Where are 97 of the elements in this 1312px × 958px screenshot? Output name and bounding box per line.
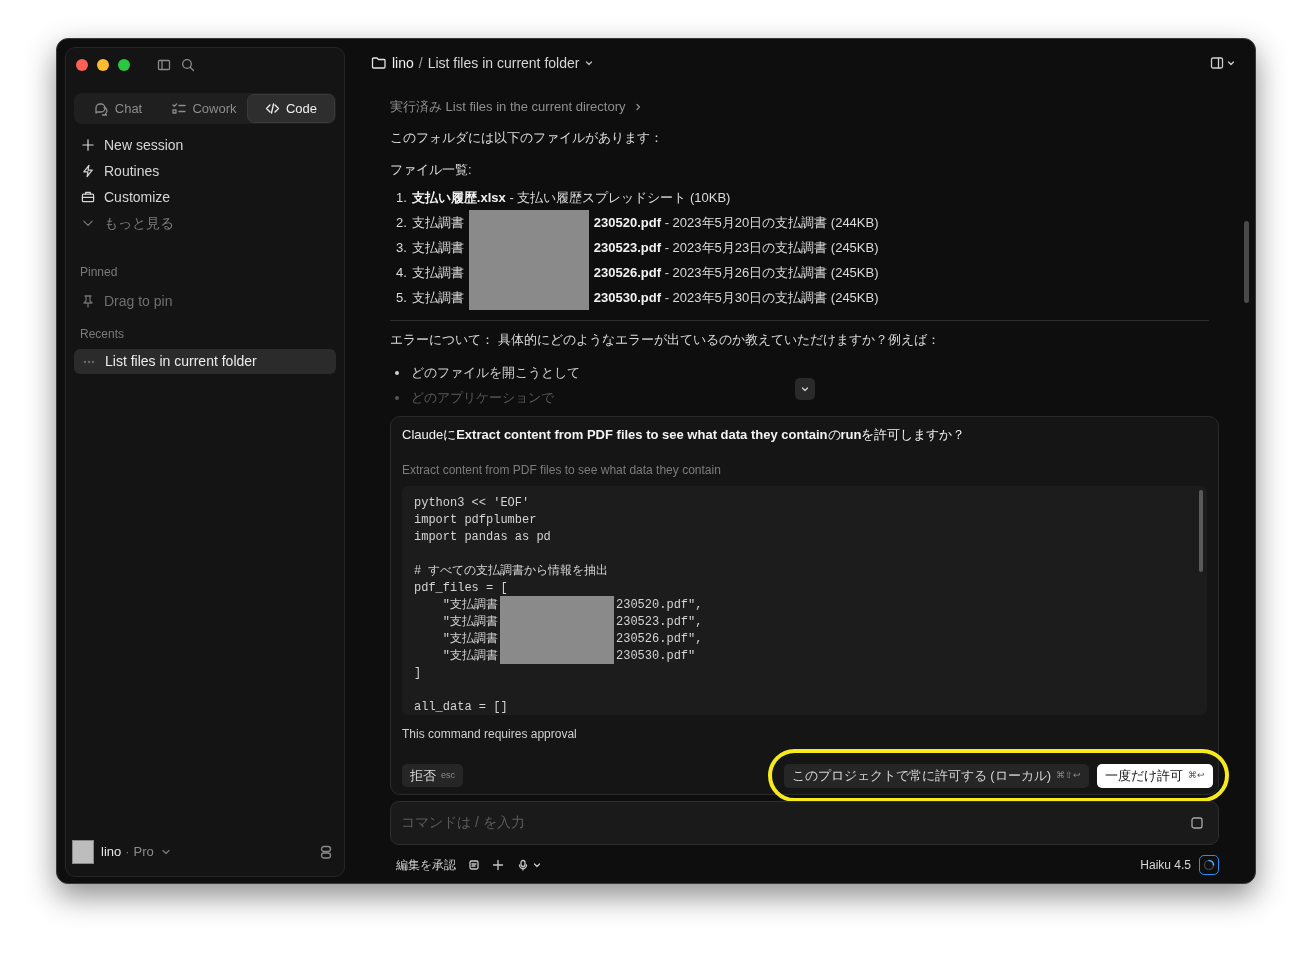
mode-tab[interactable]: Cowork: [161, 94, 247, 123]
separator-dot: ·: [125, 843, 130, 862]
shortcut-hint: ⌘↩: [1188, 768, 1205, 782]
session-title-menu[interactable]: List files in current folder: [427, 52, 594, 74]
activity-button[interactable]: [1199, 854, 1219, 875]
shortcut-hint: esc: [441, 768, 455, 782]
allow-once-button[interactable]: 一度だけ許可 ⌘↩: [1097, 763, 1213, 788]
code-text: all_data = []: [414, 698, 508, 716]
search-icon[interactable]: [181, 58, 195, 72]
stop-icon[interactable]: [1191, 816, 1203, 829]
drag-to-pin-hint: Drag to pin: [74, 291, 173, 311]
briefcase-icon: [81, 190, 95, 204]
section-heading: Pinned: [79, 264, 118, 281]
account-menu[interactable]: lino · Pro: [101, 842, 171, 862]
scrollbar-thumb[interactable]: [1199, 490, 1203, 572]
code-text: 230526.pdf",: [616, 630, 703, 648]
nav-item[interactable]: Routines: [74, 158, 336, 184]
chevron-down-icon[interactable]: [533, 860, 541, 869]
list-number: 1.: [396, 188, 407, 207]
shortcut-hint: ⌘⇧↩: [1056, 768, 1081, 782]
recent-session-item[interactable]: List files in current folder: [74, 349, 336, 374]
checklist-icon: [171, 101, 187, 116]
message-text: ファイル一覧:: [390, 160, 472, 179]
folder-icon: [371, 56, 386, 70]
code-text: ]: [414, 664, 422, 682]
file-name-prefix: 支払調書: [411, 288, 464, 307]
microphone-icon[interactable]: [517, 858, 529, 871]
scrollbar-thumb[interactable]: [1244, 221, 1249, 303]
chevron-down-icon: [585, 59, 594, 67]
code-text: import pdfplumber: [414, 511, 537, 529]
section-heading: Recents: [79, 326, 125, 343]
pin-icon: [81, 294, 95, 308]
permission-description: Extract content from PDF files to see what data they contain: [402, 462, 721, 479]
document-icon[interactable]: [468, 858, 480, 871]
panel-toggle-button[interactable]: [1210, 56, 1235, 70]
file-entry-text: 230526.pdf - 2023年5月26日の支払調書 (245KB): [593, 263, 879, 282]
code-text: 230520.pdf",: [616, 596, 703, 614]
plus-icon: [81, 138, 95, 152]
code-text: 230530.pdf": [616, 647, 696, 665]
code-text: 230523.pdf",: [616, 613, 703, 631]
plan-label: Pro: [133, 843, 154, 862]
list-number: 3.: [396, 238, 407, 257]
scroll-down-button[interactable]: [795, 377, 815, 400]
mode-tab[interactable]: Chat: [75, 94, 161, 123]
command-input[interactable]: コマンドは / を入力: [390, 800, 1219, 845]
message-text: エラーについて： 具体的にどのようなエラーが出ているのか教えていただけますか？例えば：: [390, 331, 940, 349]
file-name-prefix: 支払調書: [411, 213, 464, 232]
file-entry-text: 支払い履歴.xlsx - 支払い履歴スプレッドシート (10KB): [411, 188, 731, 207]
bullet-text: どのファイルを開こうとして: [411, 364, 580, 383]
user-name: lino: [101, 843, 122, 862]
model-selector[interactable]: Haiku 4.5: [1140, 855, 1191, 874]
list-number: 5.: [396, 288, 407, 307]
code-text: "支払調書: [441, 630, 498, 648]
spinner-icon: [1203, 858, 1215, 871]
toggle-icon[interactable]: [320, 845, 332, 859]
chevron-down-icon: [1227, 59, 1235, 67]
sidebar-toggle-icon[interactable]: [157, 58, 171, 72]
file-entry-text: 230520.pdf - 2023年5月20日の支払調書 (244KB): [593, 213, 879, 232]
nav-item[interactable]: New session: [74, 132, 336, 158]
code-text: import pandas as pd: [414, 528, 551, 546]
code-text: pdf_files = [: [414, 579, 508, 597]
permission-title: ClaudeにExtract content from PDF files to see what data they containのrunを許可しますか？: [402, 425, 966, 444]
minimize-window-button[interactable]: [97, 59, 109, 71]
chat-bubbles-icon: [93, 101, 109, 116]
code-text: python3 << 'EOF': [414, 494, 530, 512]
file-name-prefix: 支払調書: [411, 263, 464, 282]
mode-selector[interactable]: 編集を承認: [396, 855, 456, 874]
reject-button[interactable]: 拒否 esc: [402, 764, 463, 787]
panel-icon: [1210, 56, 1224, 70]
code-icon: [264, 101, 280, 116]
path-separator: /: [418, 53, 423, 73]
avatar: [72, 840, 94, 864]
tool-step-link[interactable]: 実行済み List files in the current directory: [390, 97, 642, 117]
always-allow-button[interactable]: このプロジェクトで常に許可する (ローカル) ⌘⇧↩: [783, 763, 1089, 788]
list-number: 4.: [396, 263, 407, 282]
nav-item[interactable]: Customize: [74, 184, 336, 210]
lightning-icon: [81, 164, 95, 178]
file-name-prefix: 支払調書: [411, 238, 464, 257]
approval-note: This command requires approval: [402, 726, 577, 743]
chevron-down-icon: [801, 384, 809, 393]
code-text: "支払調書: [441, 647, 498, 665]
maximize-window-button[interactable]: [118, 59, 130, 71]
chevron-right-icon: [633, 103, 642, 111]
chevron-down-icon: [160, 847, 171, 857]
code-text: # すべての支払調書から情報を抽出: [414, 562, 609, 580]
command-text-entry[interactable]: コマンドは / を入力: [401, 812, 1191, 833]
code-text: "支払調書: [441, 596, 498, 614]
close-window-button[interactable]: [76, 59, 88, 71]
file-entry-text: 230530.pdf - 2023年5月30日の支払調書 (245KB): [593, 288, 879, 307]
mode-tab[interactable]: Code: [247, 94, 335, 123]
message-text: このフォルダには以下のファイルがあります：: [390, 129, 663, 147]
plus-icon[interactable]: [492, 858, 504, 871]
file-entry-text: 230523.pdf - 2023年5月23日の支払調書 (245KB): [593, 238, 879, 257]
list-number: 2.: [396, 213, 407, 232]
nav-item[interactable]: もっと見る: [74, 210, 336, 236]
code-text: "支払調書: [441, 613, 498, 631]
project-name[interactable]: lino: [392, 52, 414, 74]
